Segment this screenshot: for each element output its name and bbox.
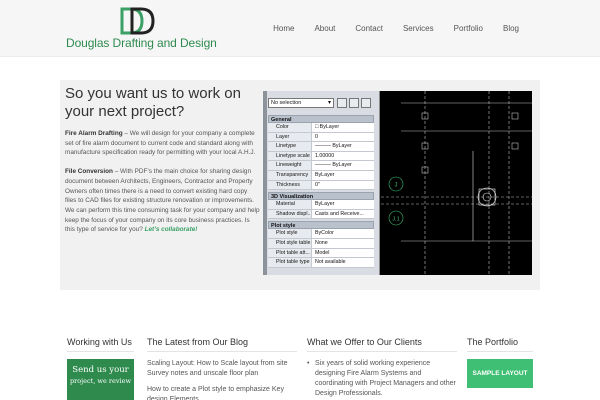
toggle-pickadd-icon: [361, 98, 371, 108]
grid-label-j1: J.1: [392, 217, 399, 223]
portfolio-title: The Portfolio: [467, 337, 519, 347]
properties-panel: No selection GeneralColor□ ByLayerLayer0…: [263, 91, 380, 275]
property-section-header: Plot style: [268, 221, 374, 230]
property-value: Casts and Receive...: [312, 209, 374, 219]
site-header: Douglas Drafting and Design Home About C…: [0, 0, 600, 57]
blog-list: Scaling Layout: How to Scale layout from…: [147, 359, 297, 400]
main-nav: Home About Contact Services Portfolio Bl…: [273, 24, 519, 33]
divider: [307, 351, 457, 352]
selection-dropdown: No selection: [268, 98, 334, 108]
property-key: Plot style table: [268, 238, 312, 248]
offer-list: • Six years of solid working experience …: [307, 359, 457, 399]
property-row: Linetype ——— ByLayer: [268, 142, 374, 152]
property-key: Shadow displ...: [268, 209, 312, 219]
property-key: Plot table type: [268, 258, 312, 267]
property-value: ——— ByLayer: [312, 142, 374, 151]
working-with-us-title: Working with Us: [67, 337, 132, 347]
banner-line-2: project, we review: [69, 377, 132, 385]
property-key: Lineweight: [268, 161, 312, 170]
property-row: Thickness 0": [268, 180, 374, 191]
blog-post-link[interactable]: How to create a Plot style to emphasize …: [147, 385, 297, 400]
logo-text: Douglas Drafting and Design: [66, 36, 217, 50]
hero-copy: Fire Alarm Drafting – We will design for…: [65, 129, 260, 244]
fire-alarm-paragraph: Fire Alarm Drafting – We will design for…: [65, 129, 260, 158]
property-value: ByLayer: [312, 170, 374, 180]
property-row: Plot table att... Model: [268, 248, 374, 259]
cad-drawing: J J.1: [381, 91, 532, 275]
file-conversion-body: – With PDF’s the main choice for sharing…: [65, 168, 260, 234]
property-value: ByLayer: [312, 200, 374, 209]
collaborate-link[interactable]: Let’s collaborate!: [145, 226, 198, 233]
property-value: None: [312, 238, 374, 248]
bullet-icon: •: [307, 360, 310, 367]
property-value: 0: [312, 132, 374, 142]
property-key: Plot table att...: [268, 248, 312, 258]
property-value: 0": [312, 180, 374, 190]
property-key: Thickness: [268, 180, 312, 190]
property-row: Shadow displ... Casts and Receive...: [268, 209, 374, 220]
property-row: Lineweight ——— ByLayer: [268, 161, 374, 171]
offer-item: Six years of solid working experience de…: [315, 360, 456, 397]
property-key: Color: [268, 123, 312, 132]
send-project-banner[interactable]: Send us your project, we review: [67, 359, 134, 400]
hero-title: So you want us to work on your next proj…: [65, 85, 241, 120]
property-key: Linetype: [268, 142, 312, 151]
nav-contact[interactable]: Contact: [355, 24, 383, 33]
site-logo[interactable]: Douglas Drafting and Design: [66, 7, 217, 51]
property-section-header: General: [268, 115, 374, 123]
property-value: 1.00000: [312, 151, 374, 161]
property-value: Not available: [312, 258, 374, 267]
property-key: Linetype scale: [268, 151, 312, 161]
property-row: Layer 0: [268, 132, 374, 143]
file-conversion-paragraph: File Conversion – With PDF’s the main ch…: [65, 167, 260, 235]
offer-title: What we Offer to Our Clients: [307, 337, 422, 347]
nav-home[interactable]: Home: [273, 24, 294, 33]
property-grid: General Color □ ByLayer Layer 0 Linetype ——— B…: [268, 113, 374, 268]
banner-line-1: Send us your: [72, 365, 129, 375]
property-row: Color □ ByLayer: [268, 123, 374, 133]
property-value: Model: [312, 248, 374, 258]
property-row: Plot style ByColor: [268, 229, 374, 239]
nav-about[interactable]: About: [314, 24, 335, 33]
blog-post-link[interactable]: Scaling Layout: How to Scale layout from…: [147, 359, 297, 379]
property-row: Material ByLayer: [268, 200, 374, 210]
property-row: Transparency ByLayer: [268, 170, 374, 181]
nav-blog[interactable]: Blog: [503, 24, 519, 33]
portfolio-sample-tile[interactable]: SAMPLE LAYOUT: [467, 359, 533, 388]
divider: [467, 351, 533, 352]
logo-mark-icon: [120, 7, 155, 35]
property-row: Plot style table None: [268, 238, 374, 249]
file-conversion-lead: File Conversion: [65, 168, 113, 176]
property-key: Layer: [268, 132, 312, 142]
fire-alarm-lead: Fire Alarm Drafting: [65, 130, 123, 137]
property-value: ByColor: [312, 229, 374, 238]
property-key: Plot style: [268, 229, 312, 238]
divider: [67, 351, 134, 352]
panel-titlebar: [263, 91, 267, 275]
property-key: Transparency: [268, 170, 312, 180]
quick-select-icon: [337, 98, 347, 108]
select-objects-icon: [349, 98, 359, 108]
property-value: □ ByLayer: [312, 123, 374, 132]
property-row: Linetype scale 1.00000: [268, 151, 374, 162]
nav-portfolio[interactable]: Portfolio: [454, 24, 483, 33]
property-row: Plot table type Not available: [268, 258, 374, 268]
property-value: ——— ByLayer: [312, 161, 374, 170]
divider: [147, 351, 297, 352]
nav-services[interactable]: Services: [403, 24, 434, 33]
blog-title: The Latest from Our Blog: [147, 337, 249, 347]
grid-label-j: J: [395, 183, 398, 189]
property-section-header: 3D Visualization: [268, 192, 374, 201]
cad-screenshot: No selection GeneralColor□ ByLayerLayer0…: [263, 91, 532, 275]
property-key: Material: [268, 200, 312, 209]
